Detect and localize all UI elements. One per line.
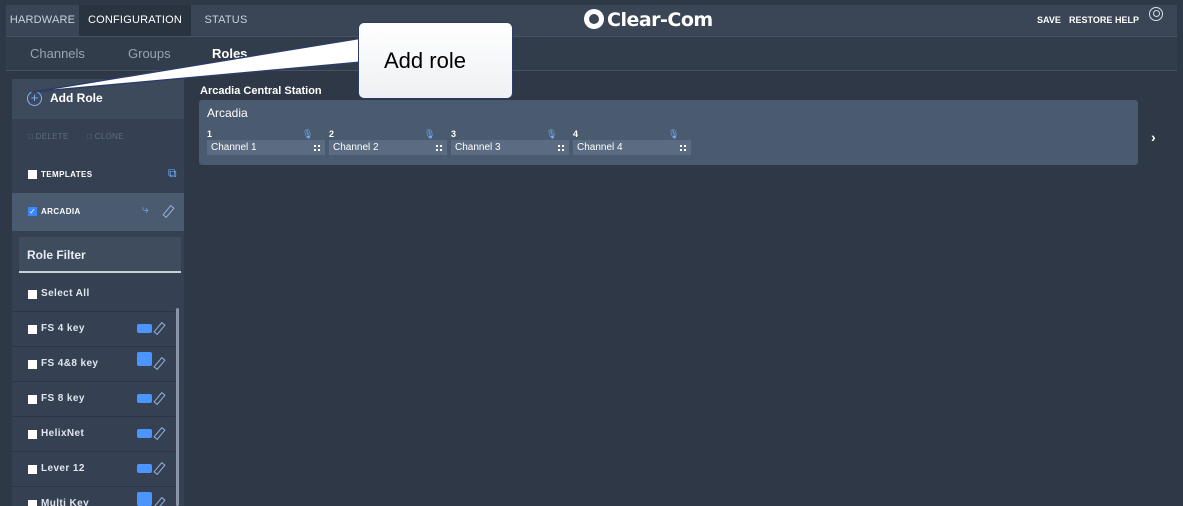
- add-role-callout: Add role: [358, 22, 513, 99]
- callout-pointer: [31, 37, 363, 93]
- callout-text: Add role: [384, 48, 466, 73]
